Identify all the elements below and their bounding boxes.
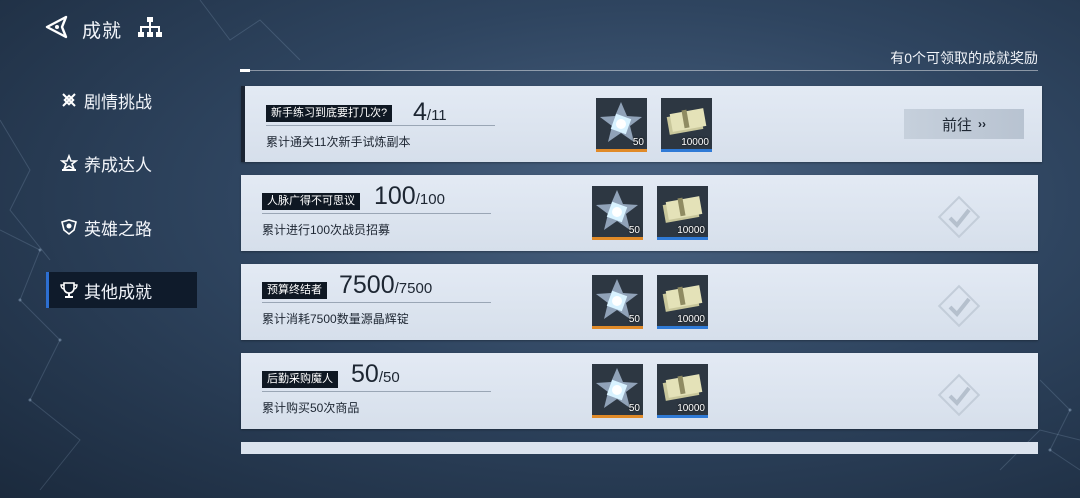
reward-item-cash[interactable]: 10000 bbox=[657, 275, 708, 329]
achievement-underline bbox=[262, 391, 491, 392]
achievement-description: 累计消耗7500数量源晶辉锭 bbox=[262, 312, 409, 326]
sidebar-item-other-achievements[interactable]: 其他成就 bbox=[46, 272, 197, 308]
achievement-name: 新手练习到底要打几次? bbox=[266, 105, 393, 122]
reward-quantity: 10000 bbox=[677, 314, 705, 325]
achievement-name: 人脉广得不可思议 bbox=[262, 193, 360, 210]
reward-quantity: 10000 bbox=[677, 403, 705, 414]
star-crown-icon bbox=[60, 154, 78, 171]
claimable-rewards-count: 有0个可领取的成就奖励 bbox=[890, 50, 1038, 66]
achievement-progress: 50/50 bbox=[351, 360, 400, 389]
reward-item-crystal[interactable]: 50 bbox=[592, 275, 643, 329]
reward-quantity: 50 bbox=[632, 137, 644, 148]
progress-current: 50 bbox=[351, 360, 379, 388]
sidebar-item-label: 养成达人 bbox=[84, 155, 152, 175]
reward-quantity: 10000 bbox=[681, 137, 709, 148]
achievement-underline bbox=[262, 302, 491, 303]
sidebar-item-hero-road[interactable]: 英雄之路 bbox=[46, 209, 194, 245]
progress-current: 7500 bbox=[339, 271, 395, 299]
progress-total: /100 bbox=[415, 191, 445, 208]
sidebar-item-label: 剧情挑战 bbox=[84, 92, 152, 112]
reward-item-crystal[interactable]: 50 bbox=[596, 98, 647, 152]
achievement-card: 后勤采购魔人 50/50 累计购买50次商品 50 10000 bbox=[241, 353, 1038, 429]
sidebar-item-label: 其他成就 bbox=[84, 282, 152, 302]
reward-item-cash[interactable]: 10000 bbox=[661, 98, 712, 152]
cross-swords-icon bbox=[62, 93, 76, 107]
achievement-progress: 7500/7500 bbox=[339, 271, 432, 300]
back-arrow-icon bbox=[45, 15, 68, 39]
reward-quantity: 50 bbox=[628, 225, 640, 236]
achievement-progress: 4/11 bbox=[413, 98, 447, 127]
achievement-card: 预算终结者 7500/7500 累计消耗7500数量源晶辉锭 50 10000 bbox=[241, 264, 1038, 340]
hierarchy-icon[interactable] bbox=[138, 16, 162, 38]
reward-item-crystal[interactable]: 50 bbox=[592, 186, 643, 240]
achievement-description: 累计进行100次战员招募 bbox=[262, 223, 391, 237]
reward-item-cash[interactable]: 10000 bbox=[657, 186, 708, 240]
sidebar-item-growth-master[interactable]: 养成达人 bbox=[46, 145, 194, 181]
completed-check-icon bbox=[937, 195, 981, 239]
sidebar-item-label: 英雄之路 bbox=[84, 219, 152, 239]
reward-item-crystal[interactable]: 50 bbox=[592, 364, 643, 418]
progress-current: 4 bbox=[413, 98, 427, 126]
go-button-label: 前往 bbox=[941, 116, 972, 134]
achievement-description: 累计购买50次商品 bbox=[262, 401, 360, 415]
page-title: 成就 bbox=[82, 21, 123, 42]
achievement-card-partial bbox=[241, 442, 1038, 454]
shield-emblem-icon bbox=[61, 219, 77, 236]
progress-total: /7500 bbox=[394, 280, 433, 297]
achievement-card: 人脉广得不可思议 100/100 累计进行100次战员招募 50 10000 bbox=[241, 175, 1038, 251]
reward-quantity: 50 bbox=[628, 403, 640, 414]
achievement-underline bbox=[262, 213, 491, 214]
list-top-divider bbox=[240, 69, 1038, 72]
progress-total: /50 bbox=[378, 369, 400, 386]
reward-item-cash[interactable]: 10000 bbox=[657, 364, 708, 418]
achievement-description: 累计通关11次新手试炼副本 bbox=[266, 135, 411, 149]
achievement-underline bbox=[266, 125, 495, 126]
achievement-name: 后勤采购魔人 bbox=[262, 371, 338, 388]
trophy-icon bbox=[60, 282, 78, 298]
reward-quantity: 10000 bbox=[677, 225, 705, 236]
progress-total: /11 bbox=[426, 107, 447, 124]
progress-current: 100 bbox=[374, 182, 416, 210]
back-button[interactable] bbox=[44, 14, 70, 40]
go-button[interactable]: 前往 ›› bbox=[904, 109, 1024, 139]
completed-check-icon bbox=[937, 373, 981, 417]
double-chevron-icon: ›› bbox=[978, 117, 986, 131]
achievement-name: 预算终结者 bbox=[262, 282, 327, 299]
completed-check-icon bbox=[937, 284, 981, 328]
reward-quantity: 50 bbox=[628, 314, 640, 325]
achievement-card: 新手练习到底要打几次? 4/11 累计通关11次新手试炼副本 50 10000 … bbox=[241, 86, 1042, 162]
achievement-progress: 100/100 bbox=[374, 182, 445, 211]
sidebar-item-story-challenge[interactable]: 剧情挑战 bbox=[46, 82, 194, 118]
